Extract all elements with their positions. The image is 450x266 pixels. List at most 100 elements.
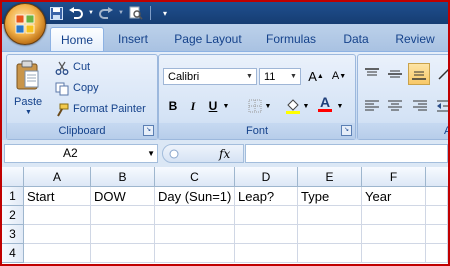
name-box-dropdown-icon[interactable]: ▼ xyxy=(147,145,155,162)
row-header-2[interactable]: 2 xyxy=(2,206,24,225)
tab-data[interactable]: Data xyxy=(334,29,378,49)
orientation-button[interactable] xyxy=(434,65,448,83)
cell-f3[interactable] xyxy=(362,225,426,244)
cell-c4[interactable] xyxy=(155,244,235,263)
cell-f2[interactable] xyxy=(362,206,426,225)
font-family-dropdown-icon[interactable]: ▼ xyxy=(243,69,256,84)
tab-review[interactable]: Review xyxy=(388,29,442,49)
row-header-3[interactable]: 3 xyxy=(2,225,24,244)
column-header-d[interactable]: D xyxy=(235,167,298,187)
column-header-f[interactable]: F xyxy=(362,167,426,187)
tab-insert[interactable]: Insert xyxy=(108,29,158,49)
cell-g4[interactable] xyxy=(426,244,448,263)
font-dialog-launcher-icon[interactable]: ↘ xyxy=(341,125,352,136)
middle-align-icon xyxy=(388,70,402,78)
align-center-button[interactable] xyxy=(385,97,405,115)
middle-align-button[interactable] xyxy=(385,65,405,83)
italic-button[interactable]: I xyxy=(183,97,203,115)
cell-a3[interactable] xyxy=(24,225,91,244)
copy-button[interactable]: Copy xyxy=(51,80,151,98)
align-right-icon xyxy=(413,100,427,111)
cell-d1[interactable]: Leap? xyxy=(235,187,298,206)
cut-label: Cut xyxy=(73,61,91,73)
borders-button[interactable] xyxy=(245,97,265,115)
formula-input[interactable] xyxy=(245,144,448,163)
cell-b2[interactable] xyxy=(91,206,155,225)
font-color-swatch xyxy=(318,109,332,112)
insert-function-button[interactable]: fx xyxy=(219,147,230,161)
print-preview-icon[interactable] xyxy=(128,5,144,21)
font-group-label: Font xyxy=(159,123,355,139)
cell-a2[interactable] xyxy=(24,206,91,225)
row-header-4[interactable]: 4 xyxy=(2,244,24,263)
cut-button[interactable]: Cut xyxy=(51,59,151,77)
title-bar: ▼ ▼ ▾ xyxy=(2,2,448,24)
cell-a4[interactable] xyxy=(24,244,91,263)
column-header-b[interactable]: B xyxy=(91,167,155,187)
underline-button[interactable]: U xyxy=(203,97,223,115)
cell-g2[interactable] xyxy=(426,206,448,225)
fill-color-button[interactable] xyxy=(283,97,303,115)
align-left-button[interactable] xyxy=(362,97,382,115)
cell-f1[interactable]: Year xyxy=(362,187,426,206)
customize-qat-icon[interactable]: ▾ xyxy=(157,5,173,21)
underline-dropdown-icon[interactable]: ▼ xyxy=(221,97,231,115)
cell-c2[interactable] xyxy=(155,206,235,225)
select-all-corner[interactable] xyxy=(2,167,24,187)
top-align-button[interactable] xyxy=(362,65,382,83)
office-button[interactable] xyxy=(4,3,46,45)
cell-d2[interactable] xyxy=(235,206,298,225)
cell-e3[interactable] xyxy=(298,225,362,244)
name-box[interactable]: A2 ▼ xyxy=(4,144,158,163)
font-size-dropdown-icon[interactable]: ▼ xyxy=(287,69,300,84)
cell-e4[interactable] xyxy=(298,244,362,263)
tab-page-layout[interactable]: Page Layout xyxy=(168,29,248,49)
shrink-font-button[interactable]: A ▼ xyxy=(329,67,349,85)
cell-g3[interactable] xyxy=(426,225,448,244)
column-header-e[interactable]: E xyxy=(298,167,362,187)
cell-d4[interactable] xyxy=(235,244,298,263)
grow-font-button[interactable]: A ▲ xyxy=(306,67,326,85)
column-header-a[interactable]: A xyxy=(24,167,91,187)
fill-color-dropdown-icon[interactable]: ▼ xyxy=(301,97,311,115)
cell-b4[interactable] xyxy=(91,244,155,263)
cell-b1[interactable]: DOW xyxy=(91,187,155,206)
align-right-button[interactable] xyxy=(410,97,430,115)
cell-c3[interactable] xyxy=(155,225,235,244)
cell-b3[interactable] xyxy=(91,225,155,244)
formula-controls: fx xyxy=(162,144,244,163)
font-color-button[interactable]: A xyxy=(315,95,335,113)
row-header-1[interactable]: 1 xyxy=(2,187,24,206)
format-painter-button[interactable]: Format Painter xyxy=(51,101,155,119)
cell-c1[interactable]: Day (Sun=1) xyxy=(155,187,235,206)
borders-dropdown-icon[interactable]: ▼ xyxy=(263,97,273,115)
tab-formulas[interactable]: Formulas xyxy=(258,29,324,49)
font-color-dropdown-icon[interactable]: ▼ xyxy=(335,97,345,115)
cell-e1[interactable]: Type xyxy=(298,187,362,206)
cell-e2[interactable] xyxy=(298,206,362,225)
paste-button[interactable]: Paste ▼ xyxy=(10,58,46,120)
bold-button[interactable]: B xyxy=(163,97,183,115)
splitter-icon[interactable] xyxy=(169,149,179,159)
undo-dropdown-icon[interactable]: ▼ xyxy=(88,5,94,21)
cell-a1[interactable]: Start xyxy=(24,187,91,206)
font-size-select[interactable]: 11 ▼ xyxy=(259,68,301,85)
clipboard-dialog-launcher-icon[interactable]: ↘ xyxy=(143,125,154,136)
paste-dropdown-icon[interactable]: ▼ xyxy=(25,109,32,116)
column-header-g[interactable] xyxy=(426,167,448,187)
bottom-align-button[interactable] xyxy=(408,63,430,85)
tab-home[interactable]: Home xyxy=(50,27,104,52)
paint-bucket-icon xyxy=(286,99,300,114)
cell-d3[interactable] xyxy=(235,225,298,244)
name-box-value: A2 xyxy=(63,146,78,160)
decrease-indent-button[interactable] xyxy=(434,97,448,115)
redo-icon[interactable] xyxy=(98,5,114,21)
font-family-select[interactable]: Calibri ▼ xyxy=(163,68,257,85)
redo-dropdown-icon[interactable]: ▼ xyxy=(118,5,124,21)
cell-f4[interactable] xyxy=(362,244,426,263)
undo-icon[interactable] xyxy=(68,5,84,21)
cell-g1[interactable] xyxy=(426,187,448,206)
save-icon[interactable] xyxy=(48,5,64,21)
column-header-c[interactable]: C xyxy=(155,167,235,187)
copy-icon xyxy=(55,82,69,96)
